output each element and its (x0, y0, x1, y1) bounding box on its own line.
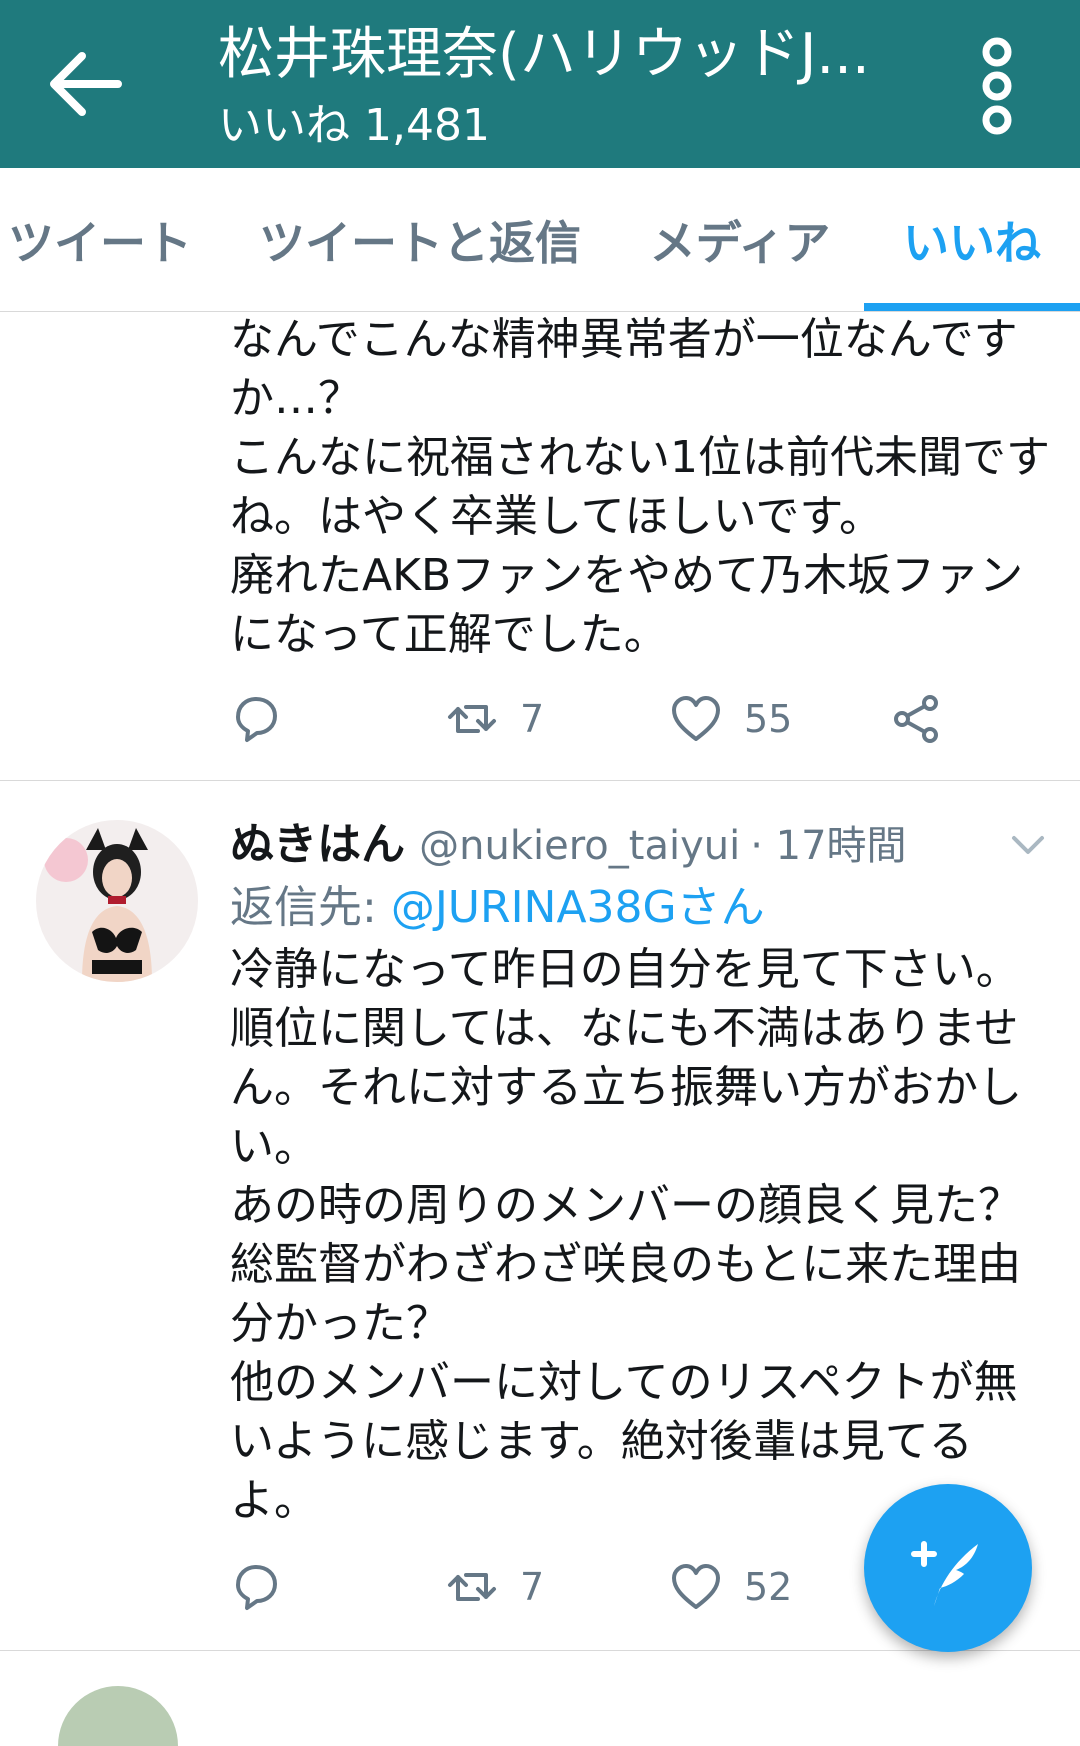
share-icon (894, 695, 938, 743)
reply-button[interactable] (230, 1552, 282, 1622)
reply-to-line: 返信先: @JURINA38Gさん (230, 878, 765, 938)
more-options-button[interactable] (966, 36, 1028, 136)
profile-tabs: ツイート ツイートと返信 メディア いいね (0, 168, 1080, 312)
share-button[interactable] (890, 684, 942, 754)
author-handle[interactable]: @nukiero_taiyui (419, 823, 740, 869)
avatar[interactable] (58, 1686, 178, 1746)
tweet-divider (0, 780, 1080, 781)
retweet-icon (448, 1573, 496, 1601)
profile-title: 松井珠理奈(ハリウッドJ... (218, 22, 870, 87)
tweet-author-line: ぬきはん @nukiero_taiyui · 17時間 (230, 808, 907, 880)
back-button[interactable] (42, 44, 132, 124)
retweet-button[interactable]: 7 (446, 1552, 544, 1622)
reply-to-handle[interactable]: @JURINA38Gさん (391, 882, 765, 933)
reply-icon (236, 1565, 277, 1610)
app-bar: 松井珠理奈(ハリウッドJ... いいね 1,481 (0, 0, 1080, 168)
retweet-count: 7 (520, 697, 545, 741)
avatar[interactable] (36, 820, 198, 982)
retweet-button[interactable]: 7 (446, 684, 544, 754)
back-arrow-icon (50, 52, 122, 116)
like-count: 55 (744, 697, 793, 741)
like-button[interactable]: 52 (670, 1552, 792, 1622)
compose-tweet-icon (911, 1541, 978, 1606)
retweet-count: 7 (520, 1565, 545, 1609)
like-count: 52 (744, 1565, 793, 1609)
reply-prefix: 返信先: (230, 882, 391, 933)
tweet-text: なんでこんな精神異常者が一位なんですか…？ こんなに祝福されない1位は前代未聞で… (230, 314, 1050, 660)
likes-count-subtitle: いいね 1,481 (218, 100, 490, 151)
tweet-divider (0, 1650, 1080, 1651)
retweet-icon (448, 705, 496, 733)
tweet-actions: 7 55 (230, 684, 1080, 754)
compose-tweet-button[interactable] (864, 1484, 1032, 1652)
author-name[interactable]: ぬきはん (230, 808, 405, 872)
tab-tweets[interactable]: ツイート (0, 168, 200, 312)
tab-media[interactable]: メディア (640, 168, 840, 312)
tab-tweets-and-replies[interactable]: ツイートと返信 (250, 168, 590, 312)
chevron-down-icon (1012, 836, 1044, 854)
tweet-timestamp: · 17時間 (750, 823, 907, 869)
like-button[interactable]: 55 (670, 684, 792, 754)
heart-icon (672, 1564, 720, 1609)
tab-likes[interactable]: いいね (864, 168, 1080, 312)
tweet-menu-button[interactable] (1008, 830, 1048, 860)
tweet-text: 冷静になって昨日の自分を見て下さい。 順位に関しては、なにも不満はありません。そ… (230, 944, 1022, 1526)
heart-icon (672, 696, 720, 741)
more-vertical-icon (982, 37, 1012, 135)
reply-button[interactable] (230, 684, 282, 754)
reply-icon (236, 697, 277, 742)
